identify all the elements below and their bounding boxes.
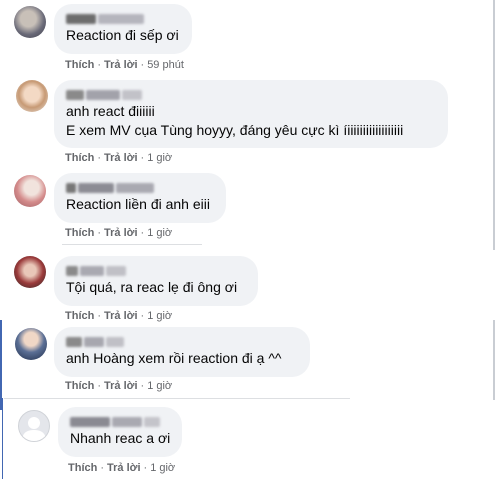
separator: · [97,59,102,71]
separator: · [143,462,148,474]
avatar[interactable] [14,175,46,207]
thread-indicator [0,320,2,410]
separator: · [140,152,145,164]
avatar[interactable] [14,6,46,38]
comment-text: anh react điiiiii [66,103,155,119]
reply-button[interactable]: Trả lời [104,59,138,71]
author-name[interactable] [66,179,214,193]
comment-bubble: anh react điiiiii E xem MV cụa Tùng hoyy… [54,80,448,148]
separator: · [140,380,145,392]
reply-button[interactable]: Trả lời [104,227,138,239]
separator: · [140,227,145,239]
avatar[interactable] [16,80,48,112]
comment-list: Reaction đi sếp ơi Thích · Trả lời · 59 phút… [0,0,495,479]
divider [4,398,350,399]
comment-text: anh Hoàng xem rồi reaction đi ạ ^^ [66,350,282,366]
author-name[interactable] [70,413,170,427]
reply-button[interactable]: Trả lời [104,152,138,164]
comment-actions: Thích · Trả lời · 59 phút [65,59,184,71]
default-avatar-icon[interactable] [18,410,50,442]
separator: · [140,59,145,71]
separator: · [97,227,102,239]
comment-bubble: Nhanh reac a ơi [58,407,182,457]
comment-text: Tội quá, ra reac lẹ đi ông ơi [66,279,238,295]
comment-text: E xem MV cụa Tùng hoyyy, đáng yêu cực kì… [66,122,404,138]
timestamp[interactable]: 1 giờ [147,152,172,164]
comment-bubble: anh Hoàng xem rồi reaction đi ạ ^^ [54,327,310,377]
like-button[interactable]: Thích [68,462,97,474]
comment-actions: Thích · Trả lời · 1 giờ [68,462,175,474]
comment-actions: Thích · Trả lời · 1 giờ [65,152,172,164]
timestamp[interactable]: 1 giờ [147,380,172,392]
person-silhouette-icon [22,417,46,441]
comment-bubble: Tội quá, ra reac lẹ đi ông ơi [54,256,258,306]
comment-text: Reaction liền đi anh eiii [66,196,210,212]
author-name[interactable] [66,86,436,100]
timestamp[interactable]: 1 giờ [147,227,172,239]
comment-text: Nhanh reac a ơi [70,430,171,446]
timestamp[interactable]: 1 giờ [147,310,172,322]
comment-actions: Thích · Trả lời · 1 giờ [65,227,172,239]
like-button[interactable]: Thích [65,227,94,239]
thread-indicator [2,398,3,479]
author-name[interactable] [66,262,246,276]
timestamp[interactable]: 1 giờ [150,462,175,474]
like-button[interactable]: Thích [65,380,94,392]
like-button[interactable]: Thích [65,59,94,71]
separator: · [97,310,102,322]
separator: · [100,462,105,474]
comment-bubble: Reaction đi sếp ơi [54,4,192,54]
author-name[interactable] [66,333,298,347]
divider [62,244,202,245]
like-button[interactable]: Thích [65,310,94,322]
separator: · [97,380,102,392]
author-name[interactable] [66,10,180,24]
separator: · [97,152,102,164]
comment-bubble: Reaction liền đi anh eiii [54,173,226,223]
like-button[interactable]: Thích [65,152,94,164]
comment-text: Reaction đi sếp ơi [66,27,179,43]
avatar[interactable] [15,328,47,360]
reply-button[interactable]: Trả lời [104,380,138,392]
timestamp[interactable]: 59 phút [147,59,184,71]
avatar[interactable] [14,256,46,288]
reply-button[interactable]: Trả lời [104,310,138,322]
comment-actions: Thích · Trả lời · 1 giờ [65,380,172,392]
reply-button[interactable]: Trả lời [107,462,141,474]
comment-actions: Thích · Trả lời · 1 giờ [65,310,172,322]
separator: · [140,310,145,322]
